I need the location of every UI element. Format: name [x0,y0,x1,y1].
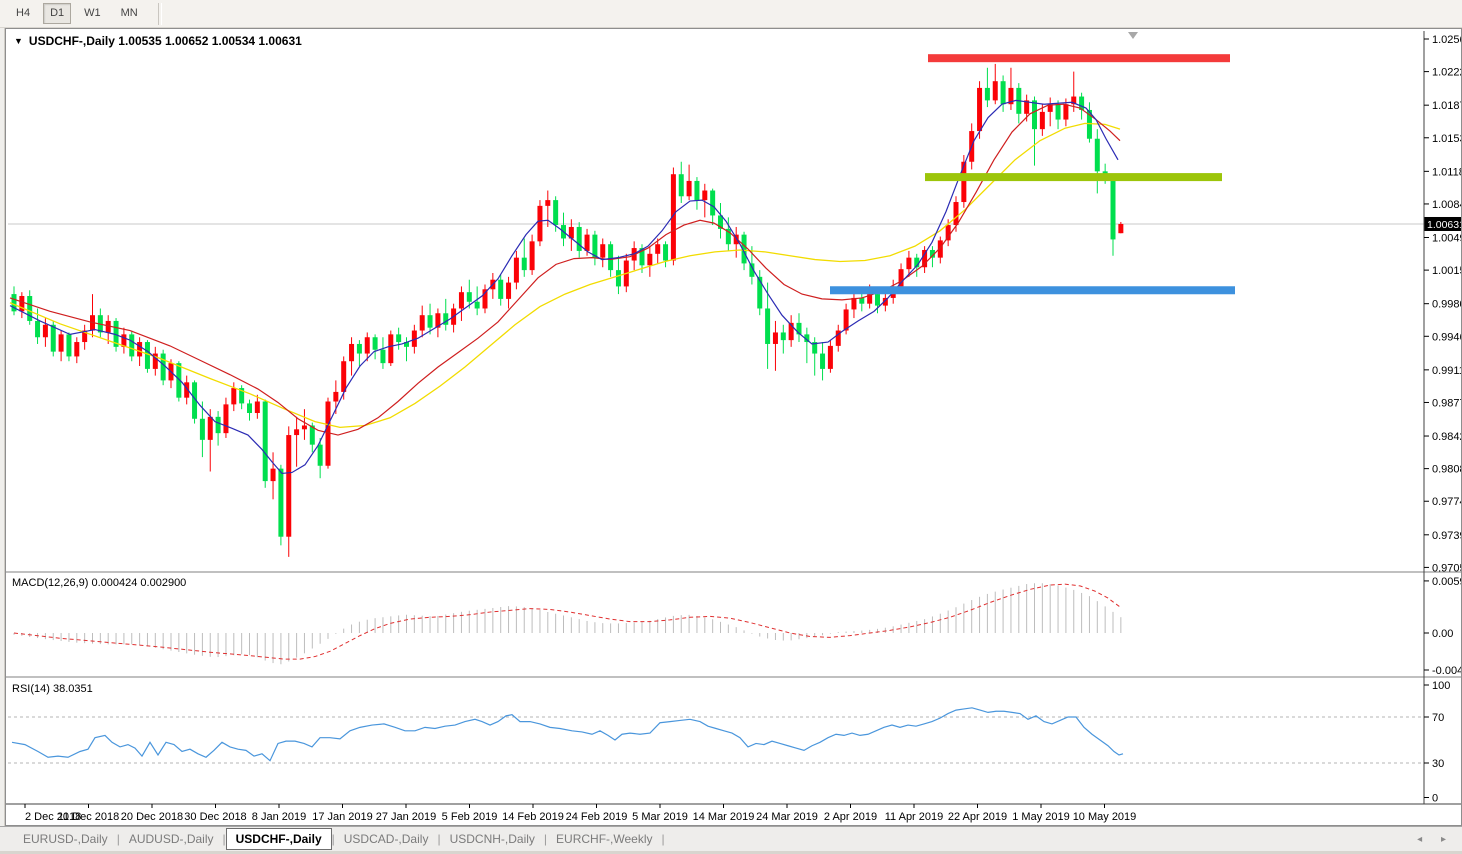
chart-tab-usdcnh[interactable]: USDCNH-,Daily [441,829,544,849]
date-axis-label: 27 Jan 2019 [376,811,437,823]
date-axis-label: 11 Apr 2019 [885,811,944,823]
price-axis-label: 1.01180 [1432,166,1461,178]
chart-tab-audusd[interactable]: AUDUSD-,Daily [120,829,223,849]
timeframe-button-w1[interactable]: W1 [77,3,108,24]
symbol-tab-bar: EURUSD-,Daily | AUDUSD-,Daily | USDCHF-,Dail… [0,826,1462,851]
macd-axis-label: -0.00424 [1432,665,1461,677]
price-axis-label: 1.02220 [1432,67,1461,79]
macd-indicator-label: MACD(12,26,9) 0.000424 0.002900 [12,577,186,589]
price-axis-label: 0.99460 [1432,331,1461,343]
macd-values: 0.000424 0.002900 [91,577,187,589]
chart-tab-usdcad[interactable]: USDCAD-,Daily [335,829,438,849]
date-axis-label: 24 Feb 2019 [566,811,628,823]
price-axis-label: 0.98770 [1432,397,1461,409]
rsi-axis-label: 0 [1432,793,1438,805]
chart-ohlc-values: 1.00535 1.00652 1.00534 1.00631 [118,34,302,48]
symbol-dropdown-arrow[interactable]: ▼ [14,36,23,46]
chart-tab-eurchf[interactable]: EURCHF-,Weekly [547,829,661,849]
date-axis-label: 14 Feb 2019 [502,811,564,823]
date-axis-label: 22 Apr 2019 [948,811,1007,823]
tab-separator: | [661,832,665,846]
chart-canvas[interactable]: 1.02560 1.02220 1.01870 1.01530 1.01180 1.008… [6,29,1461,825]
timeframe-toolbar: H4 D1 W1 MN [0,0,1462,28]
macd-name: MACD(12,26,9) [12,577,89,589]
timeframe-button-h4[interactable]: H4 [9,3,37,24]
date-axis-label: 1 May 2019 [1012,811,1069,823]
price-axis-label: 0.97390 [1432,530,1461,542]
date-axis-label: 5 Mar 2019 [632,811,688,823]
price-axis-label: 1.00150 [1432,265,1461,277]
chart-window: 1.02560 1.02220 1.01870 1.01530 1.01180 1.008… [5,28,1462,826]
tab-scroll-arrows[interactable]: ◂ ▸ [1417,834,1454,845]
macd-axis-label: 0.00 [1432,628,1453,640]
chart-tab-eurusd[interactable]: EURUSD-,Daily [14,829,117,849]
mt4-terminal: { "toolbar": { "timeframes": [ {"label":… [0,0,1462,854]
price-axis-label: 0.98420 [1432,431,1461,443]
date-axis-label: 24 Mar 2019 [756,811,818,823]
date-axis-label: 14 Mar 2019 [693,811,755,823]
rsi-axis-label: 70 [1432,712,1444,724]
date-axis-label: 10 May 2019 [1073,811,1137,823]
price-axis-label: 1.02560 [1432,34,1461,46]
date-axis-label: 8 Jan 2019 [252,811,306,823]
rsi-value: 38.0351 [52,683,93,695]
date-axis-label: 20 Dec 2018 [121,811,183,823]
price-axis-label: 1.00490 [1432,233,1461,245]
price-axis-label: 1.01530 [1432,133,1461,145]
support-line [830,286,1235,295]
price-axis-label: 1.01870 [1432,100,1461,112]
chart-title-bar: ▼ USDCHF-,Daily 1.00535 1.00652 1.00534 1… [14,34,302,48]
price-axis-label: 0.97740 [1432,496,1461,508]
rsi-indicator-label: RSI(14) 38.0351 [12,683,93,695]
rsi-name: RSI(14) [12,683,50,695]
price-axis-label: 0.97050 [1432,562,1461,574]
price-axis-label: 0.99110 [1432,365,1461,377]
date-axis-label: 30 Dec 2018 [184,811,246,823]
broken-support-line [925,173,1222,182]
price-axis-label: 0.98080 [1432,464,1461,476]
chart-symbol-period: USDCHF-,Daily [28,34,115,48]
rsi-axis-label: 100 [1432,680,1450,692]
timeframe-button-mn[interactable]: MN [114,3,145,24]
price-axis-label: 1.00840 [1432,199,1461,211]
date-axis-label: 17 Jan 2019 [312,811,373,823]
date-axis-label: 2 Apr 2019 [824,811,877,823]
date-axis-label: 11 Dec 2018 [58,811,120,823]
rsi-axis-label: 30 [1432,758,1444,770]
timeframe-button-d1[interactable]: D1 [43,3,72,24]
price-axis-label: 0.99800 [1432,299,1461,311]
current-price-tag-text: 1.00631 [1427,219,1461,231]
toolbar-separator [157,2,162,25]
macd-axis-label: 0.00597 [1432,576,1461,588]
resistance-line [928,54,1230,63]
chart-tab-usdchf[interactable]: USDCHF-,Daily [225,828,332,850]
date-axis-label: 5 Feb 2019 [442,811,498,823]
